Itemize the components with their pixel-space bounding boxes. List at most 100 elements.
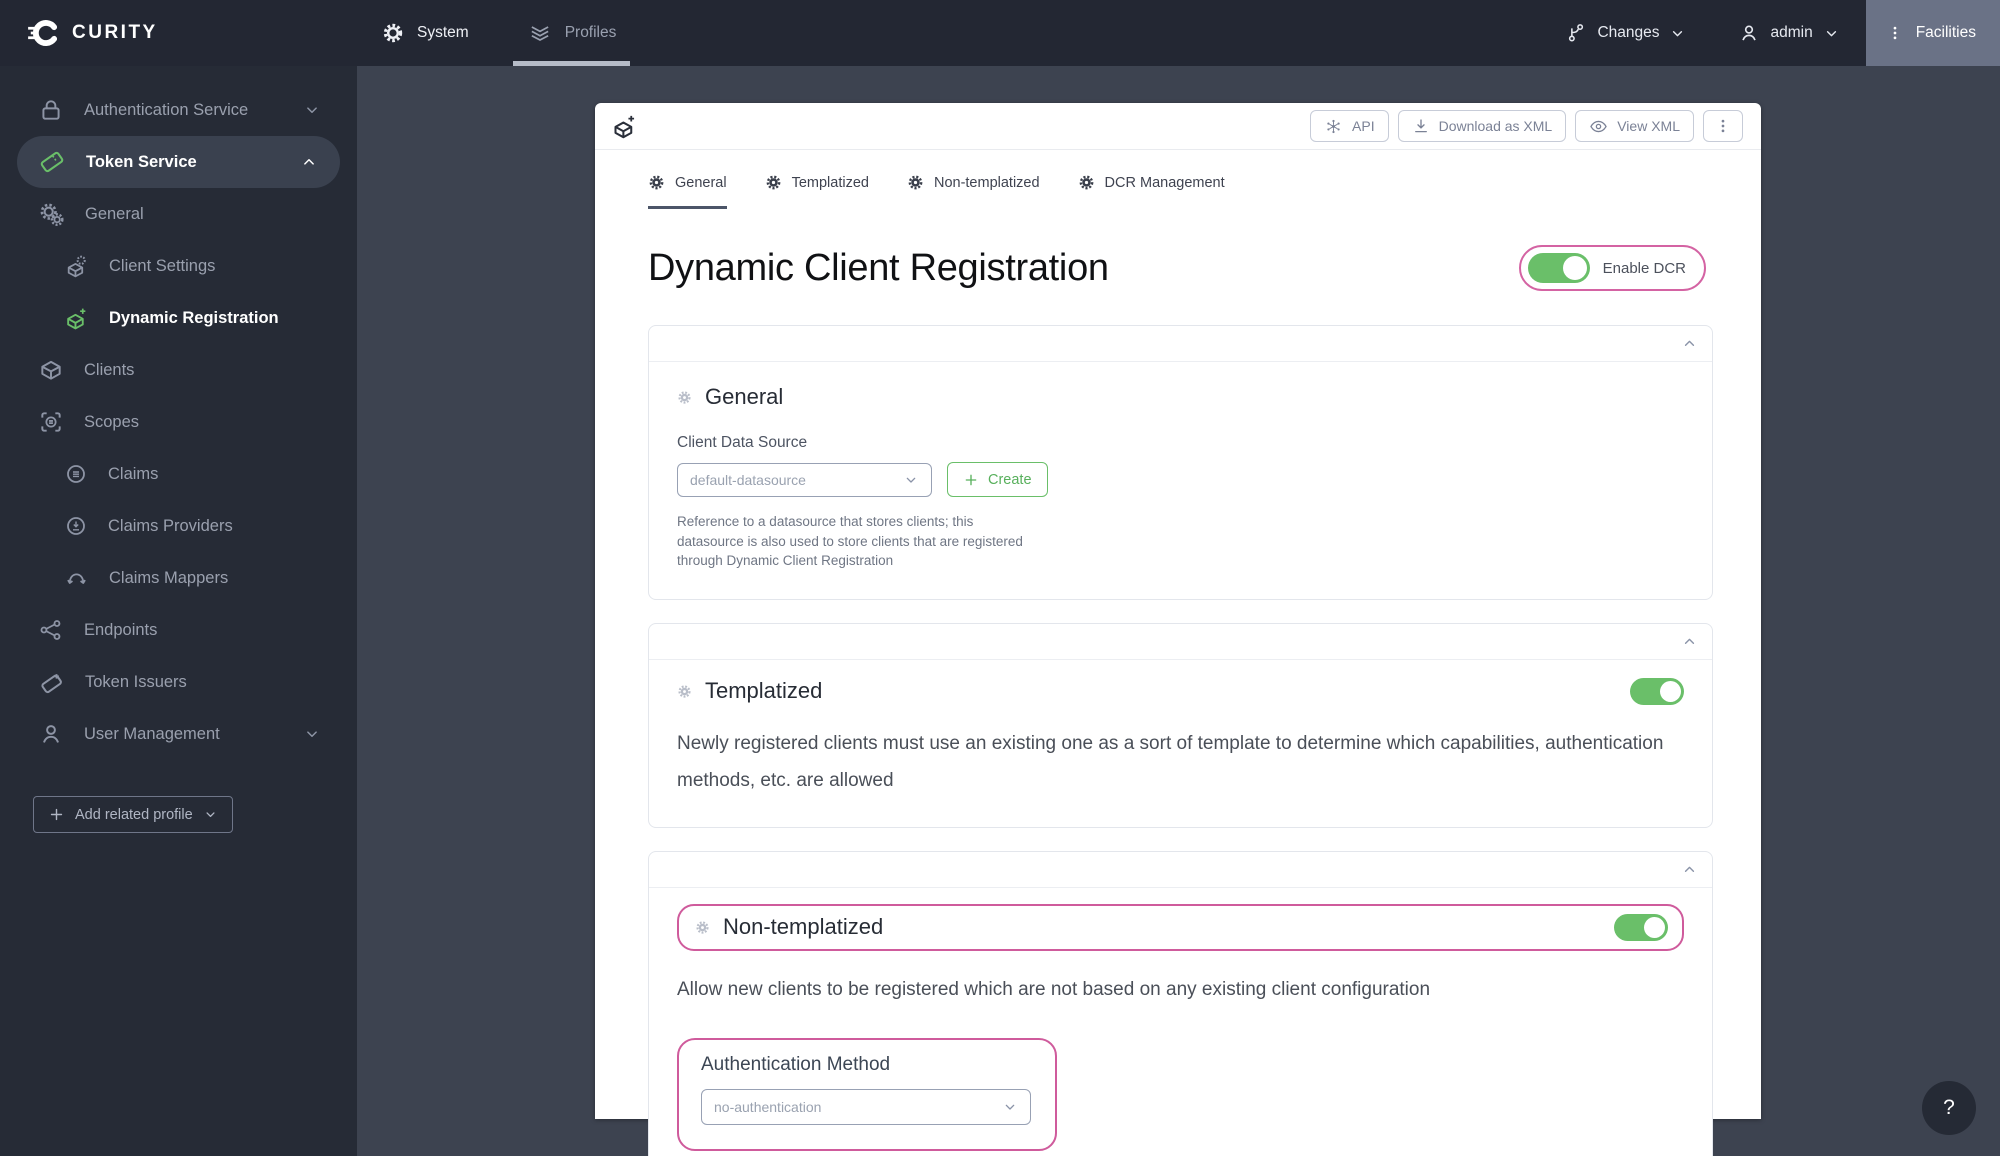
chevron-down-icon	[303, 101, 321, 119]
card-tabs: General Templatized Non-templatized DCR …	[595, 150, 1761, 209]
tab-label: Templatized	[791, 174, 869, 191]
authentication-method-select[interactable]: no-authentication	[701, 1088, 1031, 1125]
gear-icon	[677, 390, 692, 405]
ticket-icon	[38, 148, 66, 176]
tab-label: DCR Management	[1104, 174, 1225, 191]
create-datasource-button[interactable]: Create	[947, 462, 1048, 497]
card-header: API Download as XML View XML	[595, 103, 1761, 150]
help-button[interactable]: ?	[1922, 1081, 1976, 1135]
tab-label: General	[675, 174, 727, 191]
kebab-icon	[1714, 117, 1732, 135]
tab-non-templatized[interactable]: Non-templatized	[907, 174, 1040, 209]
chevron-up-icon	[1681, 861, 1698, 878]
sidebar-item-client-settings[interactable]: Client Settings	[0, 240, 357, 292]
topbar-right: Changes admin Facilities	[1539, 0, 2000, 66]
top-bar: CURITY System Profiles Changes admin Fac…	[0, 0, 2000, 66]
user-icon	[1738, 22, 1760, 44]
nav-item-profiles[interactable]: Profiles	[503, 0, 641, 66]
sidebar-item-token-issuers[interactable]: Token Issuers	[0, 656, 357, 708]
more-options-button[interactable]	[1703, 110, 1743, 142]
sidebar-item-claims[interactable]: Claims	[0, 448, 357, 500]
chevron-down-icon	[1002, 1099, 1018, 1115]
section-templatized: Templatized Newly registered clients mus…	[648, 622, 1713, 828]
user-label: admin	[1770, 24, 1813, 41]
layers-icon	[527, 20, 553, 46]
sidebar-item-user-management[interactable]: User Management	[0, 708, 357, 760]
nav-item-system[interactable]: System	[357, 0, 493, 66]
tab-dcr-management[interactable]: DCR Management	[1078, 174, 1225, 209]
changes-menu[interactable]: Changes	[1539, 0, 1712, 66]
app-root: CURITY System Profiles Changes admin Fac…	[0, 0, 2000, 1156]
section-non-templatized-body: Non-templatized Allow new clients to be …	[649, 888, 1712, 1156]
gear-icon	[695, 920, 710, 935]
chevron-up-icon	[300, 153, 318, 171]
claims-mappers-icon	[64, 566, 89, 591]
sidebar-item-general[interactable]: General	[0, 188, 357, 240]
view-xml-button[interactable]: View XML	[1575, 110, 1694, 142]
collapse-button[interactable]	[1681, 861, 1698, 878]
help-label: ?	[1943, 1096, 1955, 1119]
download-xml-button[interactable]: Download as XML	[1397, 110, 1567, 142]
enable-dcr-label: Enable DCR	[1602, 259, 1686, 277]
gear-icon	[677, 684, 692, 699]
sidebar-item-claims-mappers[interactable]: Claims Mappers	[0, 552, 357, 604]
client-data-source-row: default-datasource Create	[677, 462, 1684, 497]
enable-dcr-toggle[interactable]	[1527, 253, 1590, 283]
branch-icon	[1565, 22, 1587, 44]
sidebar-item-label: Authentication Service	[84, 100, 249, 119]
sidebar-item-token-service[interactable]: Token Service	[17, 136, 340, 188]
authentication-method-label: Authentication Method	[701, 1053, 891, 1075]
chevron-down-icon	[203, 807, 218, 822]
sidebar-item-endpoints[interactable]: Endpoints	[0, 604, 357, 656]
sections: General Client Data Source default-datas…	[648, 325, 1713, 1156]
non-templatized-toggle[interactable]	[1614, 913, 1668, 941]
facilities-button[interactable]: Facilities	[1865, 0, 2000, 66]
collapse-button[interactable]	[1681, 335, 1698, 352]
sidebar: Authentication Service Token Service Gen…	[0, 66, 357, 1156]
user-menu[interactable]: admin	[1712, 0, 1865, 66]
add-related-profile-button[interactable]: Add related profile	[33, 796, 233, 833]
sidebar-item-scopes[interactable]: Scopes	[0, 396, 357, 448]
client-data-source-help: Reference to a datasource that stores cl…	[677, 514, 1023, 568]
brand-name: CURITY	[72, 22, 158, 43]
tab-general[interactable]: General	[648, 174, 727, 209]
gear-icon	[648, 174, 665, 191]
tab-label: Non-templatized	[933, 174, 1040, 191]
curity-logo[interactable]: CURITY	[0, 0, 357, 66]
sidebar-item-label: User Management	[84, 724, 220, 743]
add-related-profile-label: Add related profile	[75, 806, 193, 823]
tab-templatized[interactable]: Templatized	[765, 174, 869, 209]
sidebar-item-claims-providers[interactable]: Claims Providers	[0, 500, 357, 552]
section-general: General Client Data Source default-datas…	[648, 325, 1713, 600]
section-title: General	[705, 384, 784, 409]
chevron-up-icon	[1681, 335, 1698, 352]
client-data-source-label: Client Data Source	[677, 434, 808, 451]
view-xml-label: View XML	[1617, 118, 1680, 134]
authentication-method-value: no-authentication	[714, 1098, 822, 1115]
client-data-source-select[interactable]: default-datasource	[677, 462, 932, 497]
section-collapse-strip	[649, 624, 1712, 660]
enable-dcr-control[interactable]: Enable DCR	[1518, 245, 1706, 291]
api-button[interactable]: API	[1310, 110, 1389, 142]
nav-profiles-label: Profiles	[564, 24, 617, 41]
page-title: Dynamic Client Registration	[648, 246, 1109, 289]
sidebar-item-label: Token Issuers	[85, 672, 187, 691]
sidebar-item-authentication-service[interactable]: Authentication Service	[0, 84, 357, 136]
main-content: API Download as XML View XML General Tem…	[357, 66, 2000, 1156]
sidebar-item-dynamic-registration[interactable]: Dynamic Registration	[0, 292, 357, 344]
templatized-toggle[interactable]	[1630, 677, 1684, 705]
gear-icon	[765, 174, 782, 191]
section-non-templatized: Non-templatized Allow new clients to be …	[648, 850, 1713, 1156]
section-collapse-strip	[649, 852, 1712, 888]
primary-nav: System Profiles	[357, 0, 640, 66]
sidebar-item-label: Token Service	[86, 152, 197, 171]
sidebar-item-label: Clients	[84, 360, 135, 379]
sidebar-item-clients[interactable]: Clients	[0, 344, 357, 396]
chevron-down-icon	[303, 725, 321, 743]
templatized-description: Newly registered clients must use an exi…	[677, 732, 1664, 791]
kebab-icon	[1886, 24, 1904, 42]
sidebar-item-label: General	[85, 204, 144, 223]
section-title: Templatized	[705, 678, 823, 703]
non-templatized-description: Allow new clients to be registered which…	[677, 978, 1431, 1000]
collapse-button[interactable]	[1681, 633, 1698, 650]
